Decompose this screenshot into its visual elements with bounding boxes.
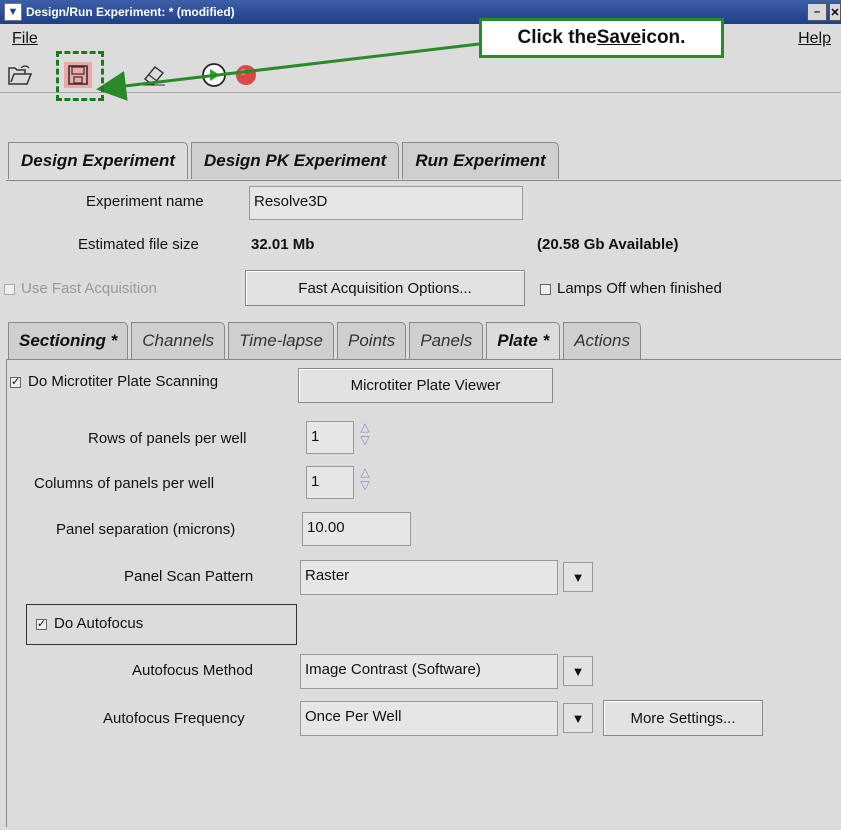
experiment-name-label: Experiment name: [86, 193, 204, 210]
tab-panels[interactable]: Panels: [409, 322, 484, 359]
available-space: (20.58 Gb Available): [537, 236, 679, 253]
frequency-dropdown-chevron-icon[interactable]: ▼: [563, 703, 593, 733]
callout-box: Click the Save icon.: [479, 18, 724, 58]
pattern-dropdown-chevron-icon[interactable]: ▼: [563, 562, 593, 592]
design-run-window: ▼ Design/Run Experiment: * (modified) – …: [0, 0, 841, 830]
save-highlight-box: [56, 51, 104, 101]
rows-spinner-icon[interactable]: △ ▽: [358, 421, 372, 451]
tab-plate[interactable]: Plate *: [486, 322, 561, 359]
lamps-off-label: Lamps Off when finished: [557, 280, 722, 297]
columns-per-well-label: Columns of panels per well: [34, 475, 215, 492]
panel-separation-input[interactable]: 10.00: [302, 512, 411, 546]
fast-acquisition-checkbox[interactable]: [4, 284, 15, 295]
tab-actions[interactable]: Actions: [563, 322, 641, 359]
fast-acquisition-options-button[interactable]: Fast Acquisition Options...: [245, 270, 525, 306]
tab-design-pk-experiment[interactable]: Design PK Experiment: [191, 142, 400, 179]
panel-scan-pattern-label: Panel Scan Pattern: [124, 568, 254, 585]
autofocus-method-select[interactable]: Image Contrast (Software): [300, 654, 558, 689]
autofocus-label: Do Autofocus: [54, 615, 144, 632]
autofocus-checkbox[interactable]: ✓: [36, 619, 47, 630]
estimated-size-label: Estimated file size: [78, 236, 199, 253]
callout-prefix: Click the: [517, 27, 597, 48]
more-settings-button[interactable]: More Settings...: [603, 700, 763, 736]
tab-design-experiment[interactable]: Design Experiment: [8, 142, 188, 179]
sub-tabs: Sectioning * Channels Time-lapse Points …: [8, 322, 644, 360]
columns-per-well-input[interactable]: 1: [306, 466, 354, 499]
tab-sectioning[interactable]: Sectioning *: [8, 322, 129, 359]
autofocus-method-label: Autofocus Method: [132, 662, 253, 679]
autofocus-frequency-label: Autofocus Frequency: [103, 710, 245, 727]
microtiter-scan-label: Do Microtiter Plate Scanning: [28, 373, 219, 390]
rows-per-well-label: Rows of panels per well: [88, 430, 247, 447]
autofocus-frequency-select[interactable]: Once Per Well: [300, 701, 558, 736]
panel-separation-label: Panel separation (microns): [56, 521, 236, 538]
main-tabs: Design Experiment Design PK Experiment R…: [8, 142, 562, 180]
tab-points[interactable]: Points: [337, 322, 407, 359]
rows-per-well-input[interactable]: 1: [306, 421, 354, 454]
microtiter-plate-viewer-button[interactable]: Microtiter Plate Viewer: [298, 368, 553, 403]
tab-channels[interactable]: Channels: [131, 322, 226, 359]
fast-acquisition-label: Use Fast Acquisition: [21, 280, 157, 297]
microtiter-scan-checkbox[interactable]: ✓: [10, 377, 21, 388]
experiment-name-input[interactable]: Resolve3D: [249, 186, 523, 220]
panel-scan-pattern-select[interactable]: Raster: [300, 560, 558, 595]
method-dropdown-chevron-icon[interactable]: ▼: [563, 656, 593, 686]
columns-spinner-icon[interactable]: △ ▽: [358, 466, 372, 496]
callout-save-word: Save: [596, 27, 642, 48]
estimated-size-value: 32.01 Mb: [251, 236, 315, 253]
lamps-off-checkbox[interactable]: [540, 284, 551, 295]
tab-run-experiment[interactable]: Run Experiment: [402, 142, 559, 179]
tab-time-lapse[interactable]: Time-lapse: [228, 322, 334, 359]
callout-suffix: icon.: [641, 27, 686, 48]
